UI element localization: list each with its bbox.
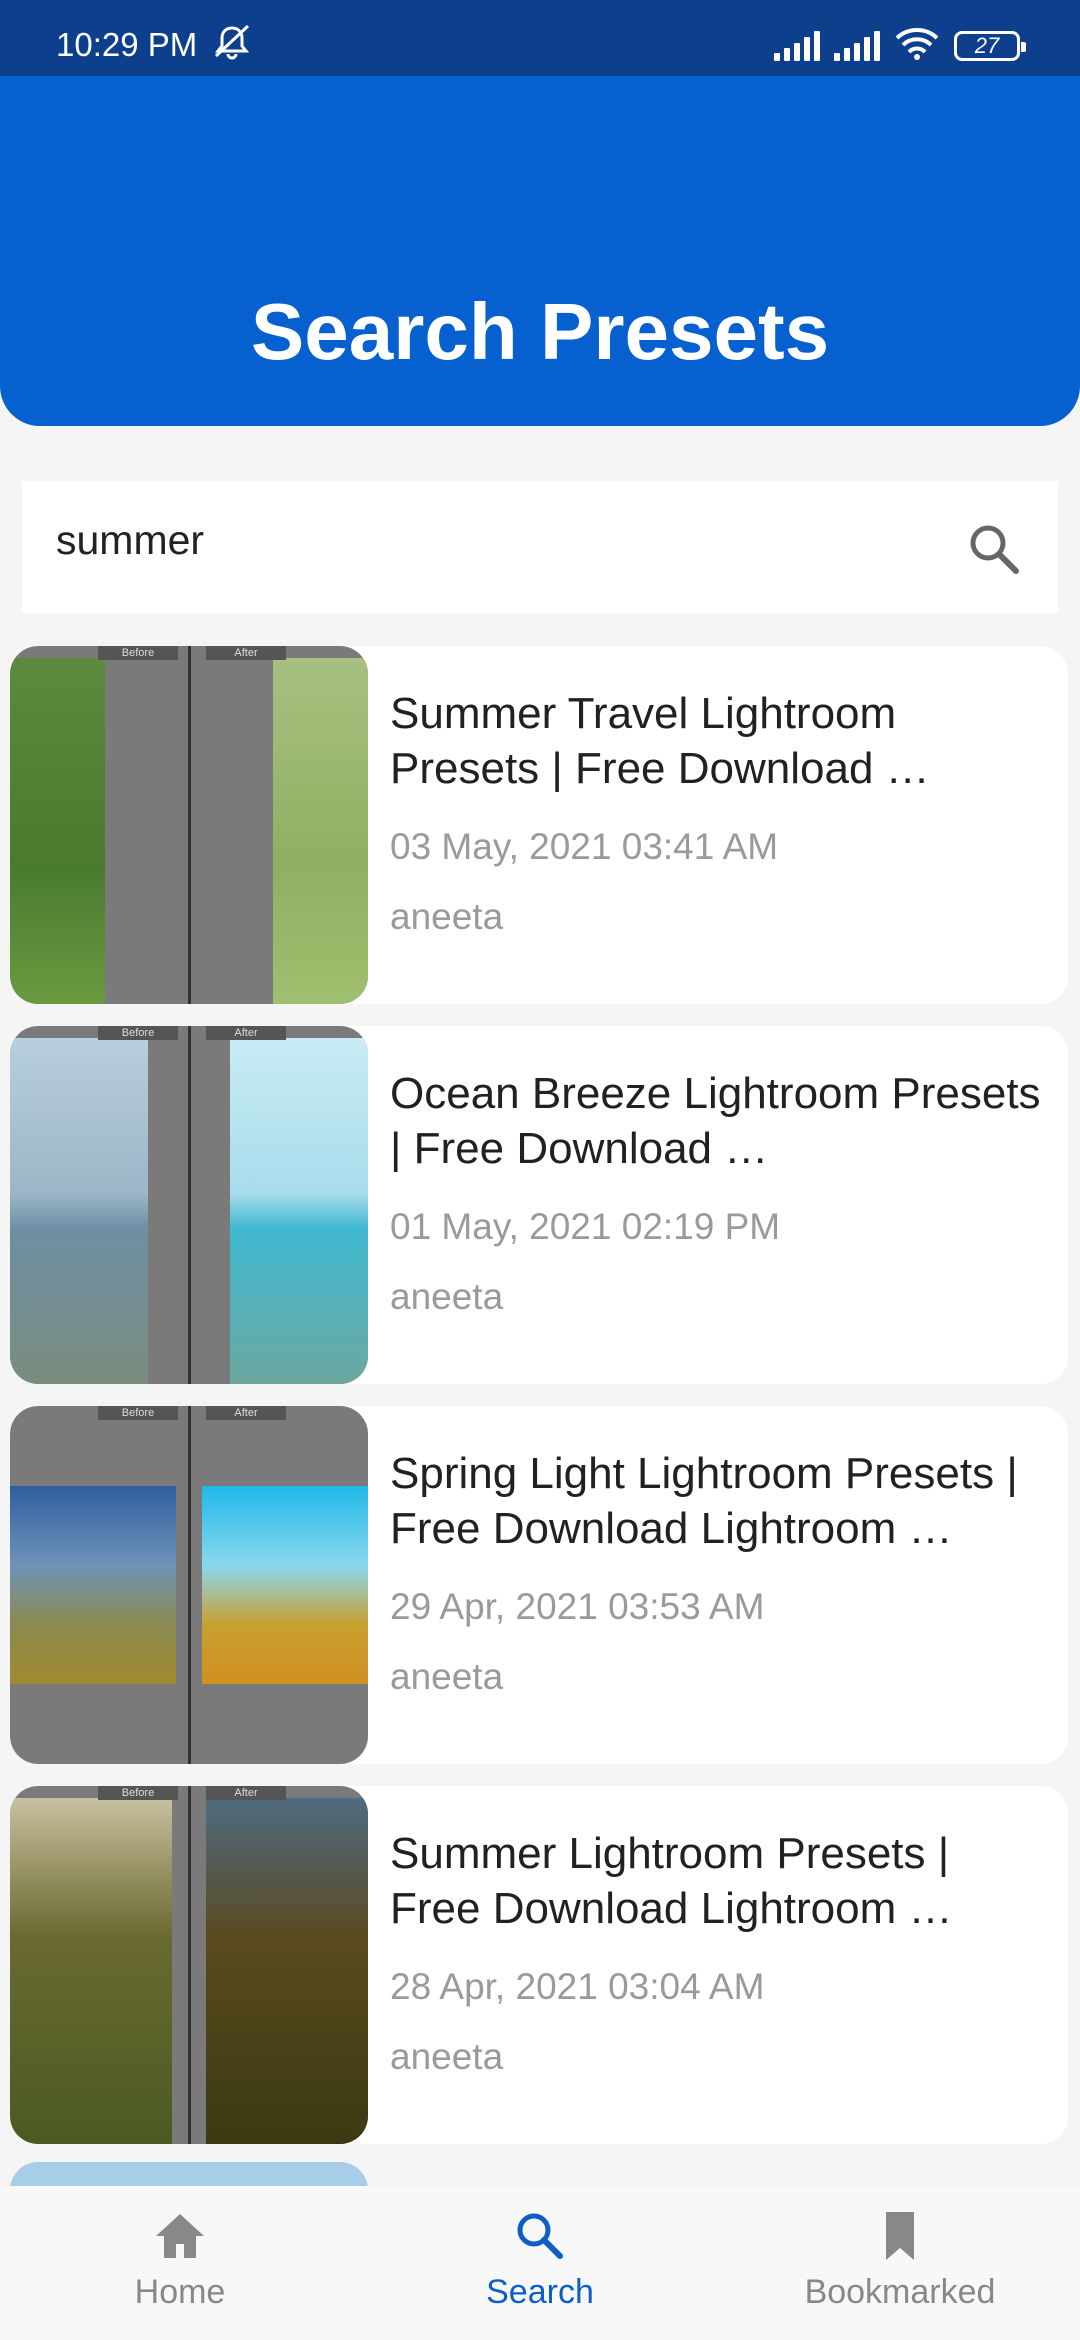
result-title[interactable]: Summer Travel Lightroom Presets | Free D… <box>390 686 1048 796</box>
wifi-icon <box>894 26 940 65</box>
preset-thumbnail: Before After <box>10 1406 368 1764</box>
result-author: aneeta <box>390 1656 504 1697</box>
result-title[interactable]: Summer Lightroom Presets | Free Download… <box>390 1826 1048 1936</box>
nav-home-label: Home <box>134 2273 226 2311</box>
signal-icon <box>774 30 820 61</box>
before-label: Before <box>98 646 178 660</box>
page-title: Search Presets <box>250 287 830 376</box>
nav-home[interactable]: Home <box>30 2210 330 2312</box>
after-label: After <box>206 1406 286 1420</box>
bottom-nav: Home Search Bookmarked <box>0 2186 1080 2340</box>
search-input[interactable]: summer <box>22 481 1058 613</box>
after-label: After <box>206 646 286 660</box>
result-date: 28 Apr, 2021 03:04 AM <box>390 1966 765 2007</box>
result-date: 29 Apr, 2021 03:53 AM <box>390 1586 765 1627</box>
battery-icon: 27 <box>954 30 1026 61</box>
result-author: aneeta <box>390 2036 504 2077</box>
result-author: aneeta <box>390 896 504 937</box>
list-item[interactable]: Before After Ocean Breeze Lightroom Pres… <box>10 1026 1068 1384</box>
silent-icon <box>210 24 254 65</box>
after-label: After <box>206 1026 286 1040</box>
before-label: Before <box>98 1786 178 1800</box>
result-title[interactable]: Ocean Breeze Lightroom Presets | Free Do… <box>390 1066 1048 1176</box>
search-icon[interactable] <box>966 521 1022 582</box>
result-author: aneeta <box>390 1276 504 1317</box>
status-bar: 10:29 PM 27 <box>0 0 1080 76</box>
preset-thumbnail: Before After <box>10 1786 368 2144</box>
list-item[interactable]: Before After Spring Light Lightroom Pres… <box>10 1406 1068 1764</box>
result-date: 01 May, 2021 02:19 PM <box>390 1206 781 1247</box>
search-value[interactable]: summer <box>56 517 204 564</box>
list-item[interactable]: Before After Summer Travel Lightroom Pre… <box>10 646 1068 1004</box>
battery-level: 27 <box>974 32 1000 58</box>
nav-search[interactable]: Search <box>390 2210 690 2312</box>
signal-icon <box>834 30 880 61</box>
before-label: Before <box>98 1026 178 1040</box>
list-item[interactable]: Before After Summer Lightroom Presets | … <box>10 1786 1068 2144</box>
result-date: 03 May, 2021 03:41 AM <box>390 826 779 867</box>
search-icon <box>512 2213 568 2266</box>
home-icon <box>152 2214 208 2266</box>
header: Search Presets <box>0 76 1080 426</box>
result-title[interactable]: Spring Light Lightroom Presets | Free Do… <box>390 1446 1048 1556</box>
nav-bookmarked-label: Bookmarked <box>804 2273 996 2311</box>
nav-search-label: Search <box>486 2273 594 2311</box>
bookmark-icon <box>872 2212 928 2266</box>
after-label: After <box>206 1786 286 1800</box>
status-time: 10:29 PM <box>56 26 198 63</box>
preset-thumbnail: Before After <box>10 646 368 1004</box>
before-label: Before <box>98 1406 178 1420</box>
nav-bookmarked[interactable]: Bookmarked <box>750 2210 1050 2312</box>
preset-thumbnail: Before After <box>10 1026 368 1384</box>
